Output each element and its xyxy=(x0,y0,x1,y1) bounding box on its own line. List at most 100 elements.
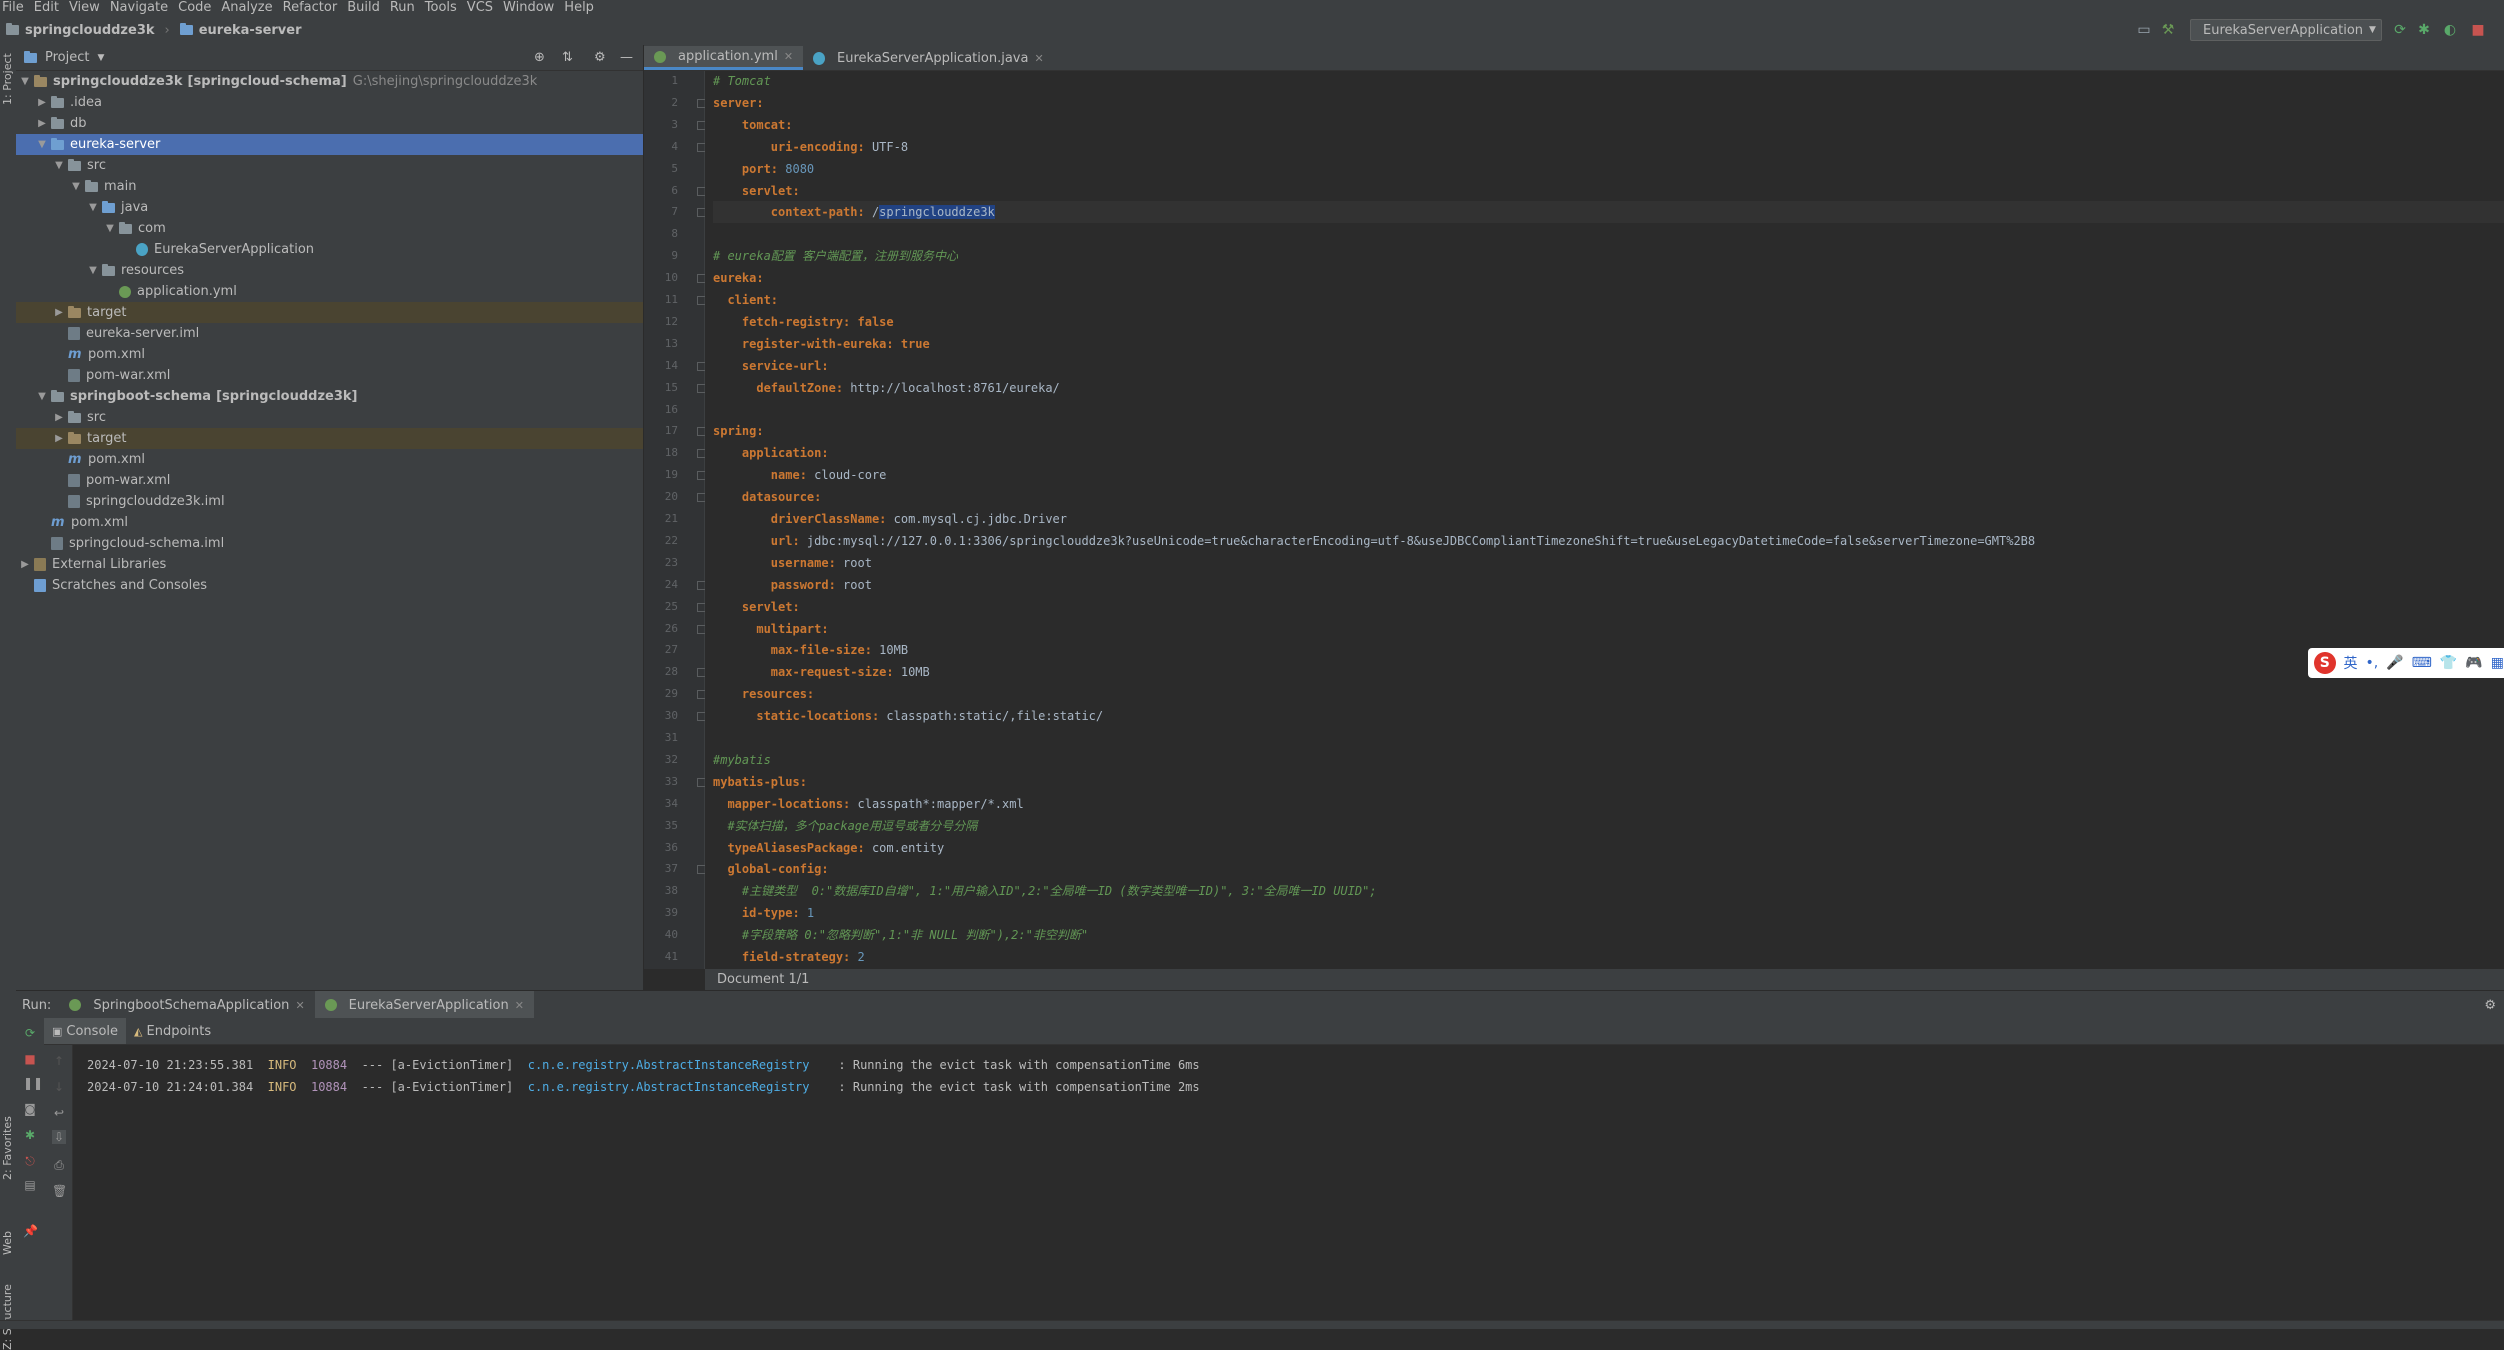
collapse-all-icon[interactable]: ⇅ xyxy=(562,50,573,65)
tree-item[interactable]: ▼ main xyxy=(16,176,643,197)
ime-punctuation[interactable]: •, xyxy=(2366,655,2379,671)
exit-icon[interactable]: ⎋ xyxy=(23,1154,37,1168)
menu-vcs[interactable]: VCS xyxy=(465,0,501,15)
tree-item[interactable]: pom-war.xml xyxy=(16,470,643,491)
tab-console[interactable]: ▣ Console xyxy=(44,1018,127,1044)
expand-arrow-icon[interactable]: ▼ xyxy=(105,223,115,234)
tree-item[interactable]: ▼ java xyxy=(16,197,643,218)
tree-item[interactable]: ▶ db xyxy=(16,113,643,134)
expand-arrow-icon[interactable]: ▼ xyxy=(71,181,81,192)
debug-icon[interactable]: ✱ xyxy=(23,1128,37,1142)
tree-item[interactable]: ▼ resources xyxy=(16,260,643,281)
menu-run[interactable]: Run xyxy=(388,0,423,15)
build-hammer-icon[interactable]: ⚒ xyxy=(2160,22,2176,38)
ime-toolbar[interactable]: S 英 •, 🎤 ⌨ 👕 🎮 ▦ xyxy=(2308,648,2504,678)
project-view-selector[interactable]: Project xyxy=(45,50,89,65)
collapse-arrow-icon[interactable]: ▶ xyxy=(54,307,64,318)
tree-item[interactable]: application.yml xyxy=(16,281,643,302)
expand-arrow-icon[interactable]: ▼ xyxy=(54,160,64,171)
menu-navigate[interactable]: Navigate xyxy=(108,0,176,15)
close-icon[interactable]: ✕ xyxy=(1034,52,1043,65)
breadcrumb-project[interactable]: springclouddze3k xyxy=(25,23,155,38)
pause-icon[interactable]: ❚❚ xyxy=(23,1076,43,1090)
collapse-arrow-icon[interactable]: ▶ xyxy=(37,97,47,108)
chevron-down-icon[interactable]: ▼ xyxy=(97,53,104,63)
scroll-to-end-icon[interactable]: ⇩ xyxy=(52,1130,66,1144)
menu-file[interactable]: File xyxy=(0,0,32,15)
run-tab-eureka-server[interactable]: EurekaServerApplication ✕ xyxy=(314,991,534,1019)
collapse-arrow-icon[interactable]: ▶ xyxy=(37,118,47,129)
keyboard-icon[interactable]: ⌨ xyxy=(2412,655,2432,671)
soft-wrap-icon[interactable]: ↩ xyxy=(52,1106,66,1120)
tree-item[interactable]: pom-war.xml xyxy=(16,365,643,386)
tree-item[interactable]: ▶ External Libraries xyxy=(16,554,643,575)
collapse-arrow-icon[interactable]: ▶ xyxy=(54,433,64,444)
tree-item[interactable]: m pom.xml xyxy=(16,512,643,533)
tree-item[interactable]: ▼ com xyxy=(16,218,643,239)
tree-item[interactable]: m pom.xml xyxy=(16,449,643,470)
rerun-icon[interactable]: ⟳ xyxy=(2392,22,2408,38)
code-editor[interactable]: # Tomcat server: tomcat: uri-encoding: UT… xyxy=(705,71,2504,969)
tree-item[interactable]: ▶ src xyxy=(16,407,643,428)
expand-arrow-icon[interactable]: ▼ xyxy=(88,265,98,276)
tree-item[interactable]: ▼ eureka-server xyxy=(16,134,643,155)
tree-item[interactable]: ▼ springboot-schema [springclouddze3k] xyxy=(16,386,643,407)
tree-item[interactable]: ▶ target xyxy=(16,428,643,449)
print-icon[interactable]: ⎙ xyxy=(52,1158,66,1172)
arrow-up-icon[interactable]: ↑ xyxy=(52,1054,66,1068)
tree-item[interactable]: EurekaServerApplication xyxy=(16,239,643,260)
layout-icon[interactable]: ▤ xyxy=(23,1178,37,1192)
gear-icon[interactable]: ⚙ xyxy=(594,50,606,65)
menu-refactor[interactable]: Refactor xyxy=(281,0,346,15)
close-icon[interactable]: ✕ xyxy=(515,999,524,1012)
tab-endpoints[interactable]: ◭ Endpoints xyxy=(126,1018,219,1044)
expand-arrow-icon[interactable]: ▼ xyxy=(37,139,47,150)
collapse-arrow-icon[interactable]: ▶ xyxy=(54,412,64,423)
game-icon[interactable]: 🎮 xyxy=(2465,655,2482,671)
tree-item[interactable]: ▶ target xyxy=(16,302,643,323)
run-tab-springboot-schema[interactable]: SpringbootSchemaApplication ✕ xyxy=(59,991,314,1019)
menu-window[interactable]: Window xyxy=(501,0,562,15)
menu-view[interactable]: View xyxy=(67,0,108,15)
tab-application-yml[interactable]: application.yml ✕ xyxy=(644,46,804,70)
tool-window-web[interactable]: Web xyxy=(1,1231,14,1255)
expand-arrow-icon[interactable]: ▼ xyxy=(88,202,98,213)
collapse-arrow-icon[interactable]: ▶ xyxy=(20,559,30,570)
expand-arrow-icon[interactable]: ▼ xyxy=(37,391,47,402)
tool-window-favorites[interactable]: 2: Favorites xyxy=(1,1116,14,1180)
close-icon[interactable]: ✕ xyxy=(784,50,793,63)
tree-item[interactable]: Scratches and Consoles xyxy=(16,575,643,596)
tree-item[interactable]: m pom.xml xyxy=(16,344,643,365)
ime-language[interactable]: 英 xyxy=(2344,653,2358,673)
tool-window-structure[interactable]: Z: Structure xyxy=(1,1284,14,1350)
menu-build[interactable]: Build xyxy=(345,0,388,15)
grid-icon[interactable]: ▦ xyxy=(2491,655,2504,671)
console-output[interactable]: 2024-07-10 21:23:55.381 INFO 10884 --- [… xyxy=(73,1045,2504,1320)
microphone-icon[interactable]: 🎤 xyxy=(2386,655,2403,671)
tree-item[interactable]: eureka-server.iml xyxy=(16,323,643,344)
menu-analyze[interactable]: Analyze xyxy=(219,0,280,15)
minimize-icon[interactable]: — xyxy=(620,50,633,65)
pin-icon[interactable]: 📌 xyxy=(23,1224,38,1238)
arrow-down-icon[interactable]: ↓ xyxy=(52,1080,66,1094)
trash-icon[interactable]: 🗑 xyxy=(52,1184,67,1198)
menu-tools[interactable]: Tools xyxy=(423,0,465,15)
locate-icon[interactable]: ⊕ xyxy=(534,50,545,65)
debug-icon[interactable]: ✱ xyxy=(2416,22,2432,38)
tree-item[interactable]: springclouddze3k.iml xyxy=(16,491,643,512)
menu-edit[interactable]: Edit xyxy=(32,0,67,15)
tree-item[interactable]: ▶ .idea xyxy=(16,92,643,113)
tree-item[interactable]: springcloud-schema.iml xyxy=(16,533,643,554)
stop-icon[interactable]: ■ xyxy=(23,1052,37,1066)
rerun-icon[interactable]: ⟳ xyxy=(23,1026,37,1040)
close-icon[interactable]: ✕ xyxy=(295,999,304,1012)
run-configuration-select[interactable]: EurekaServerApplication ▼ xyxy=(2190,19,2382,41)
tree-item[interactable]: ▼ src xyxy=(16,155,643,176)
breadcrumb-module[interactable]: eureka-server xyxy=(199,23,302,38)
tree-item[interactable]: ▼ springclouddze3k [springcloud-schema] G:\… xyxy=(16,71,643,92)
skin-icon[interactable]: 👕 xyxy=(2440,655,2457,671)
menu-help[interactable]: Help xyxy=(562,0,602,15)
coverage-icon[interactable]: ◐ xyxy=(2442,22,2458,38)
menu-code[interactable]: Code xyxy=(176,0,219,15)
layout-icon[interactable]: ▭ xyxy=(2136,22,2152,38)
